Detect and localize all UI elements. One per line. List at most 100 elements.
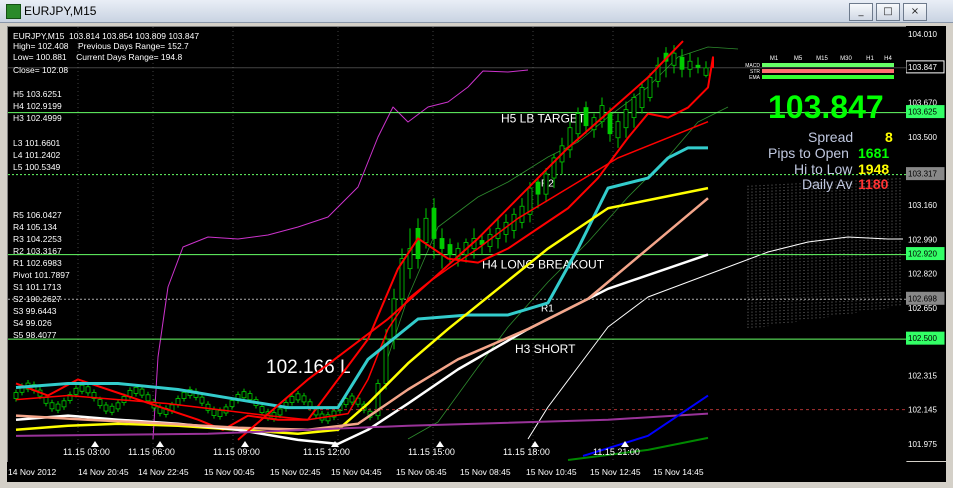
price-tick-9: 102.820	[908, 270, 937, 279]
candle-body	[199, 396, 205, 404]
price-tick-11: 102.650	[908, 304, 937, 313]
tf-label-m5: M5	[794, 56, 803, 62]
candle-body	[301, 395, 307, 403]
time-tick-8: 15 Nov 10:45	[526, 467, 577, 477]
candle-body	[175, 398, 181, 405]
level-r3: R3 104.2253	[13, 234, 62, 244]
candle-body	[85, 386, 91, 394]
window-title-bar: EURJPY,M15 _ □ ×	[0, 0, 953, 23]
candle-body	[73, 387, 79, 395]
session-label-4: 11.15 15:00	[408, 447, 455, 457]
candle-body	[205, 403, 211, 411]
session-arrow-5	[531, 441, 539, 447]
candle-body	[247, 393, 253, 401]
level-h3: H3 102.4999	[13, 113, 62, 123]
close-button[interactable]: ×	[903, 3, 927, 21]
level-s5: S5 98.4077	[13, 330, 57, 340]
daily-av-value: 1180	[858, 176, 889, 192]
candle-body	[325, 414, 331, 422]
level-l4: L4 101.2402	[13, 150, 61, 160]
time-tick-5: 15 Nov 04:45	[331, 467, 382, 477]
time-tick-9: 15 Nov 12:45	[590, 467, 641, 477]
candle-body	[631, 97, 637, 119]
candle-body	[415, 227, 421, 259]
daily-av-label: Daily Av	[802, 176, 853, 192]
candle-body	[217, 410, 223, 417]
tf-label-m30: M30	[840, 56, 852, 62]
candle-body	[687, 60, 693, 70]
candle-body	[695, 64, 701, 68]
candle-body	[103, 404, 109, 412]
envelope-lower-line	[407, 106, 729, 440]
candle-body	[423, 217, 429, 243]
tf-label-m1: M1	[770, 56, 779, 62]
candle-body	[349, 395, 355, 403]
session-arrow-4	[436, 441, 444, 447]
minimize-button[interactable]: _	[849, 3, 873, 21]
maximize-button[interactable]: □	[876, 3, 900, 21]
session-label-2: 11.15 09:00	[213, 447, 260, 457]
level-r5: R5 106.0427	[13, 210, 62, 220]
candle-body	[259, 406, 265, 414]
level-l5: L5 100.5349	[13, 162, 61, 172]
indicator-row-bar-0	[762, 63, 894, 67]
candle-body	[55, 403, 61, 411]
session-label-3: 11.15 12:00	[303, 447, 350, 457]
red-ma-line	[15, 120, 709, 421]
price-tick-6: 103.160	[908, 201, 937, 210]
candle-body	[439, 238, 445, 249]
time-tick-4: 15 Nov 02:45	[270, 467, 321, 477]
window-title: EURJPY,M15	[24, 4, 97, 18]
tf-label-h1: H1	[866, 56, 874, 62]
candle-body	[289, 396, 295, 403]
chart-plot-area[interactable]: H5 LB TARGETH4 LONG BREAKOUTH3 SHORTR2R1…	[7, 26, 907, 463]
candle-body	[671, 52, 677, 66]
candle-body	[679, 56, 685, 70]
time-tick-7: 15 Nov 08:45	[460, 467, 511, 477]
candle-body	[447, 244, 453, 255]
session-label-5: 11.15 18:00	[503, 447, 550, 457]
red-breakout-trendline	[237, 40, 684, 441]
price-tick-12: 102.500	[908, 334, 937, 343]
price-axis-ticks: 104.010103.847103.670103.625103.500103.3…	[905, 30, 945, 449]
level-pivot: Pivot 101.7897	[13, 270, 70, 280]
candle-body	[535, 181, 541, 195]
session-label-1: 11.15 06:00	[128, 447, 175, 457]
candle-body	[139, 388, 145, 396]
candle-body	[61, 400, 67, 408]
pips-to-open-label: Pips to Open	[768, 145, 849, 161]
spread-value: 8	[885, 129, 893, 145]
annotation-entry-price: 102.166 L	[266, 357, 351, 378]
hi-to-low-value: 1948	[858, 161, 890, 177]
time-axis[interactable]: 14 Nov 2012 14 Nov 20:45 14 Nov 22:45 15 No…	[7, 462, 946, 482]
level-h5: H5 103.6251	[13, 89, 62, 99]
price-tick-1: 103.847	[908, 63, 937, 72]
candle-body	[583, 107, 589, 127]
price-tick-8: 102.920	[908, 250, 937, 259]
level-r2: R2 103.3167	[13, 246, 62, 256]
white-line	[15, 253, 709, 446]
time-tick-0: 14 Nov 2012	[8, 467, 56, 477]
price-axis[interactable]: 104.010 103.847 103.670 103.625 103.500 103.3…	[905, 26, 946, 461]
level-l3: L3 101.6601	[13, 138, 61, 148]
candle-body	[295, 393, 301, 401]
indicator-row-bar-1	[762, 69, 894, 73]
candle-body	[229, 400, 235, 407]
time-tick-6: 15 Nov 06:45	[396, 467, 447, 477]
candle-body	[133, 386, 139, 394]
price-tick-13: 102.315	[908, 371, 937, 380]
spread-label: Spread	[808, 129, 854, 145]
candle-body	[211, 409, 217, 416]
candle-body	[647, 76, 653, 98]
candle-body	[639, 87, 645, 108]
candle-body	[703, 67, 709, 76]
candle-body	[277, 408, 283, 416]
price-tick-7: 102.990	[908, 235, 937, 244]
chart-window-icon	[6, 4, 21, 19]
candle-body	[79, 384, 85, 392]
candle-body	[431, 207, 437, 239]
candle-body	[109, 405, 115, 413]
salmon-ma-line	[15, 197, 709, 432]
session-label-0: 11.15 03:00	[63, 447, 110, 457]
hi-to-low-label: Hi to Low	[794, 161, 853, 177]
